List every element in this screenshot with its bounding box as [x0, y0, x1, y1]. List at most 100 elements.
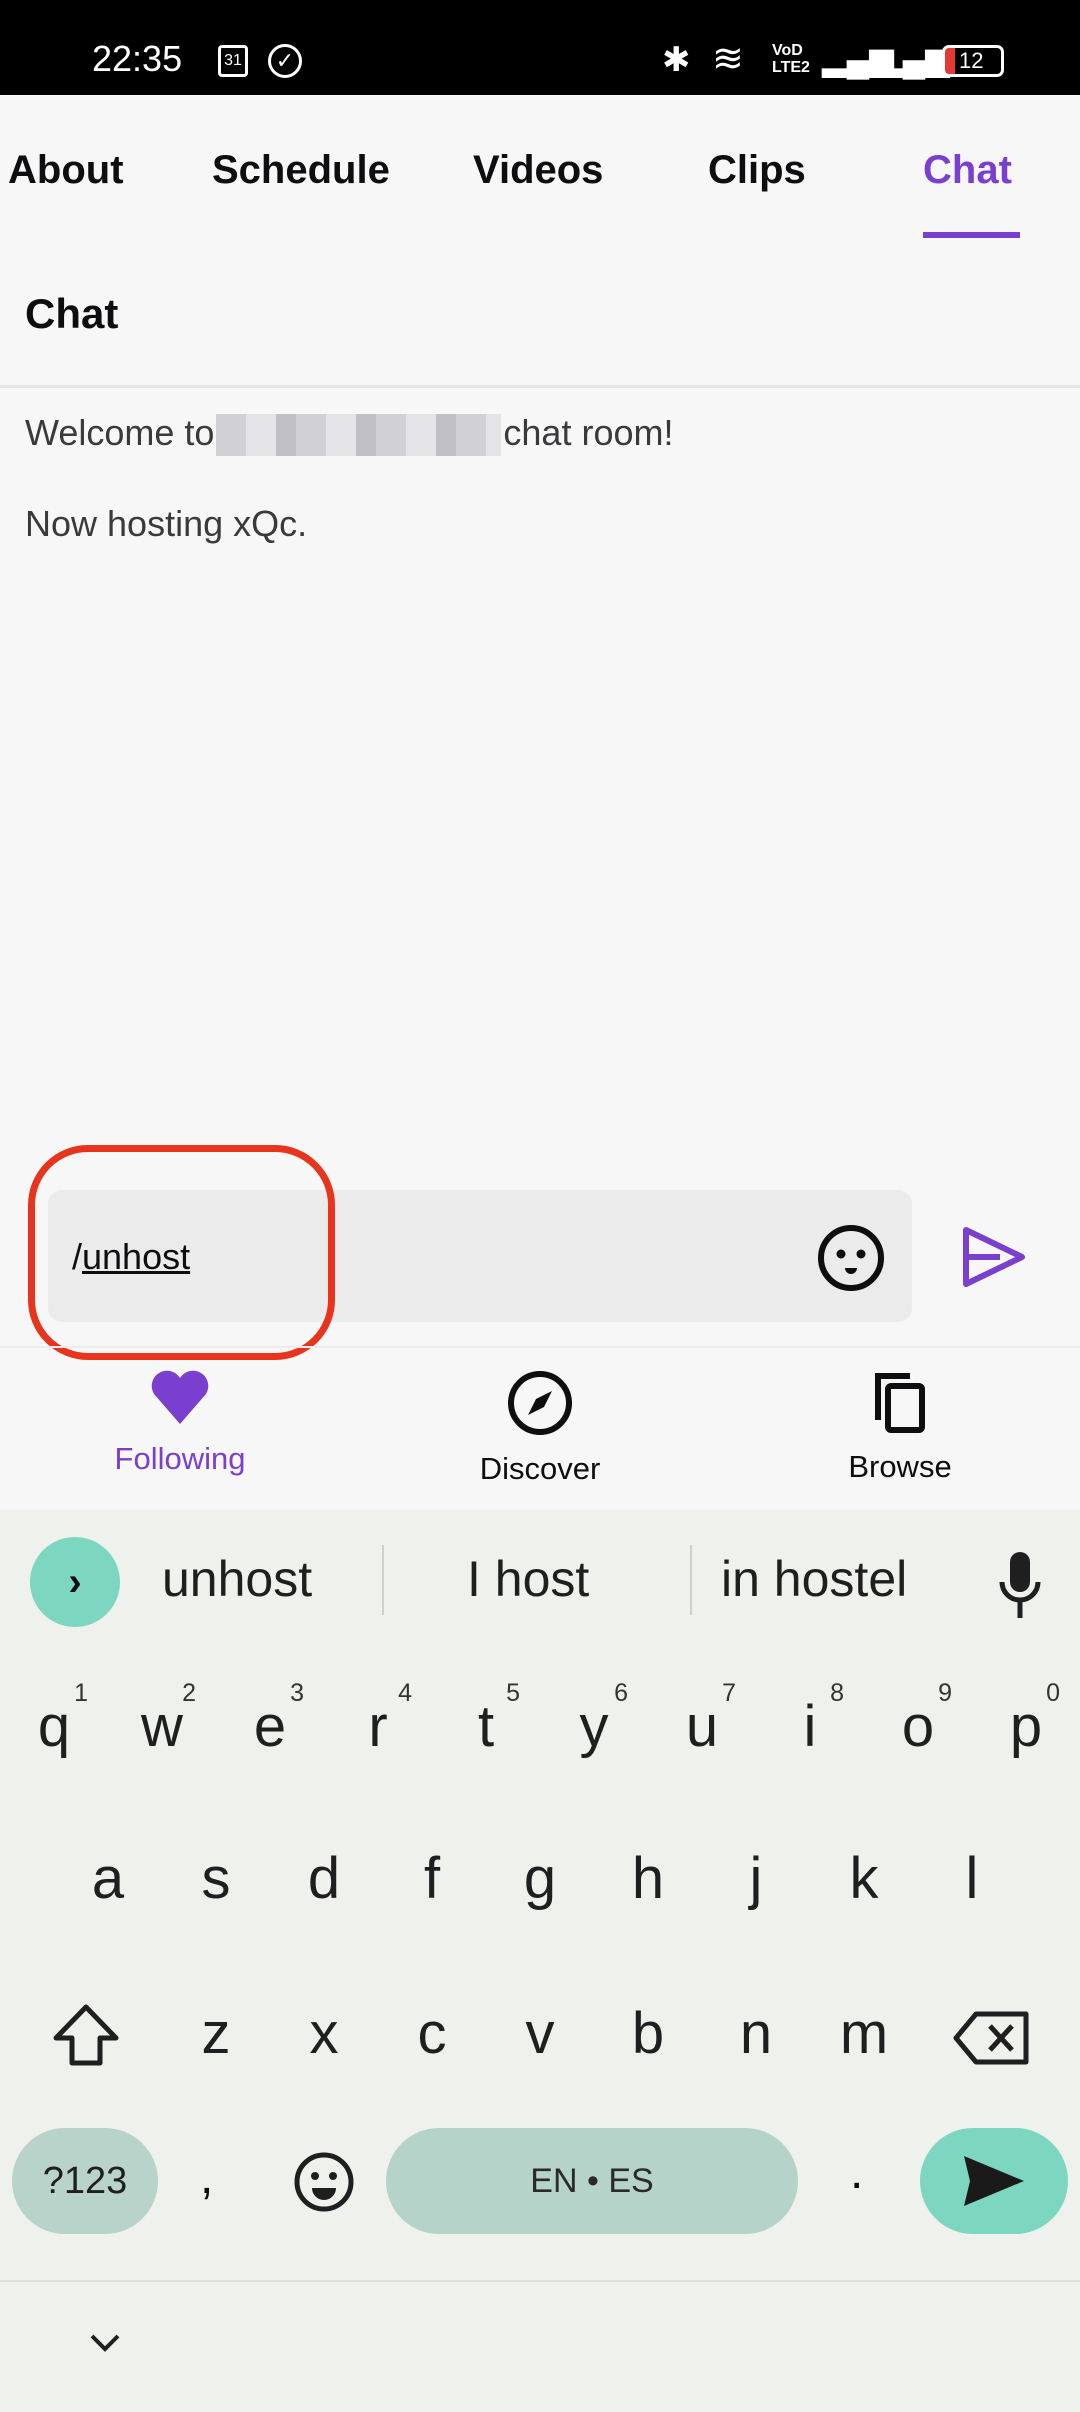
message-text: chat room! [503, 412, 674, 453]
key-label: q [37, 1694, 71, 1759]
divider [0, 2280, 1080, 2282]
divider [690, 1545, 692, 1615]
shift-icon[interactable] [50, 2002, 122, 2068]
key[interactable]: u7 [648, 1679, 756, 1760]
microphone-icon[interactable] [998, 1550, 1042, 1620]
chevron-down-icon[interactable] [88, 2332, 122, 2354]
key[interactable]: h [594, 1845, 702, 1912]
key-label: x [309, 2001, 339, 2066]
key[interactable]: s [162, 1845, 270, 1912]
key-label: e [253, 1694, 287, 1759]
key[interactable]: y6 [540, 1679, 648, 1760]
key[interactable]: e3 [216, 1679, 324, 1760]
nav-discover[interactable]: Discover [360, 1370, 720, 1487]
period-key[interactable]: . [850, 2145, 863, 2200]
key-label: d [307, 1846, 341, 1911]
browse-icon [875, 1373, 925, 1433]
key-label: g [523, 1846, 557, 1911]
nav-label: Browse [848, 1449, 952, 1484]
tab-schedule[interactable]: Schedule [212, 148, 390, 193]
key-label: h [631, 1846, 665, 1911]
chat-message: Now hosting xQc. [25, 503, 308, 544]
bluetooth-icon: ✱ [662, 41, 691, 79]
comma-key[interactable]: , [200, 2150, 213, 2205]
send-arrow-icon [964, 2156, 1024, 2206]
tab-videos[interactable]: Videos [473, 148, 603, 193]
key[interactable]: i8 [756, 1679, 864, 1760]
key-label: s [201, 1846, 231, 1911]
emote-picker-icon[interactable] [815, 1222, 887, 1294]
status-bar: 22:35 31 ✓ ✱ ≋ VoD LTE2 ▂▄▆ ▂▄▆ 12 [0, 0, 1080, 95]
suggestion-expand-button[interactable]: › [30, 1537, 120, 1627]
suggestion[interactable]: I host [467, 1550, 589, 1608]
key-label: t [477, 1694, 495, 1759]
key[interactable]: n [702, 2000, 810, 2067]
key-label: j [749, 1846, 763, 1911]
key-label: n [739, 2001, 773, 2066]
volte-icon: VoD LTE2 [772, 42, 810, 76]
nav-following[interactable]: Following [0, 1370, 360, 1477]
key[interactable]: g [486, 1845, 594, 1912]
divider [0, 385, 1080, 388]
divider [0, 1346, 1080, 1348]
backspace-icon[interactable] [952, 2010, 1032, 2066]
nav-browse[interactable]: Browse [720, 1370, 1080, 1485]
key-hint: 9 [938, 1679, 952, 1707]
key-label: l [965, 1846, 979, 1911]
highlight-annotation [28, 1145, 335, 1360]
key[interactable]: w2 [108, 1679, 216, 1760]
key[interactable]: z [162, 2000, 270, 2067]
key[interactable]: q1 [0, 1679, 108, 1760]
chat-message: Welcome to chat room! [25, 412, 674, 457]
divider [382, 1545, 384, 1615]
key[interactable]: k [810, 1845, 918, 1912]
key[interactable]: o9 [864, 1679, 972, 1760]
key-label: p [1009, 1694, 1043, 1759]
nav-label: Discover [479, 1451, 601, 1486]
wifi-icon: ≋ [712, 38, 744, 80]
tab-clips[interactable]: Clips [708, 148, 806, 193]
key[interactable]: j [702, 1845, 810, 1912]
calendar-badge: 31 [224, 52, 242, 69]
key-label: z [201, 2001, 231, 2066]
key-label: o [901, 1694, 935, 1759]
key[interactable]: p0 [972, 1679, 1080, 1760]
key-label: u [685, 1694, 719, 1759]
suggestion[interactable]: in hostel [721, 1550, 907, 1608]
key[interactable]: c [378, 2000, 486, 2067]
heart-icon [151, 1370, 209, 1424]
emoji-key-icon[interactable] [292, 2150, 356, 2214]
symbols-key[interactable]: ?123 [12, 2128, 158, 2234]
key[interactable]: a [54, 1845, 162, 1912]
key-label: k [849, 1846, 879, 1911]
key-hint: 0 [1046, 1679, 1060, 1707]
key[interactable]: f [378, 1845, 486, 1912]
key[interactable]: v [486, 2000, 594, 2067]
key[interactable]: l [918, 1845, 1026, 1912]
enter-key[interactable] [920, 2128, 1068, 2234]
key-label: f [423, 1846, 441, 1911]
active-tab-indicator [923, 232, 1020, 238]
chat-title: Chat [25, 290, 119, 337]
space-key[interactable]: EN • ES [386, 2128, 798, 2234]
key-hint: 2 [182, 1679, 196, 1707]
key-label: c [417, 2001, 447, 2066]
key-label: y [579, 1694, 609, 1759]
key[interactable]: d [270, 1845, 378, 1912]
tab-about[interactable]: About [8, 148, 124, 193]
suggestion[interactable]: unhost [162, 1550, 312, 1608]
keyboard [0, 1510, 1080, 2412]
key[interactable]: t5 [432, 1679, 540, 1760]
key[interactable]: m [810, 2000, 918, 2067]
key[interactable]: x [270, 2000, 378, 2067]
key-label: m [839, 2001, 889, 2066]
key-hint: 4 [398, 1679, 412, 1707]
key-label: b [631, 2001, 665, 2066]
send-icon[interactable] [960, 1225, 1030, 1289]
nav-label: Following [114, 1441, 246, 1476]
key-label: r [368, 1694, 388, 1759]
tab-chat[interactable]: Chat [923, 148, 1012, 193]
key[interactable]: r4 [324, 1679, 432, 1760]
key[interactable]: b [594, 2000, 702, 2067]
key-hint: 6 [614, 1679, 628, 1707]
